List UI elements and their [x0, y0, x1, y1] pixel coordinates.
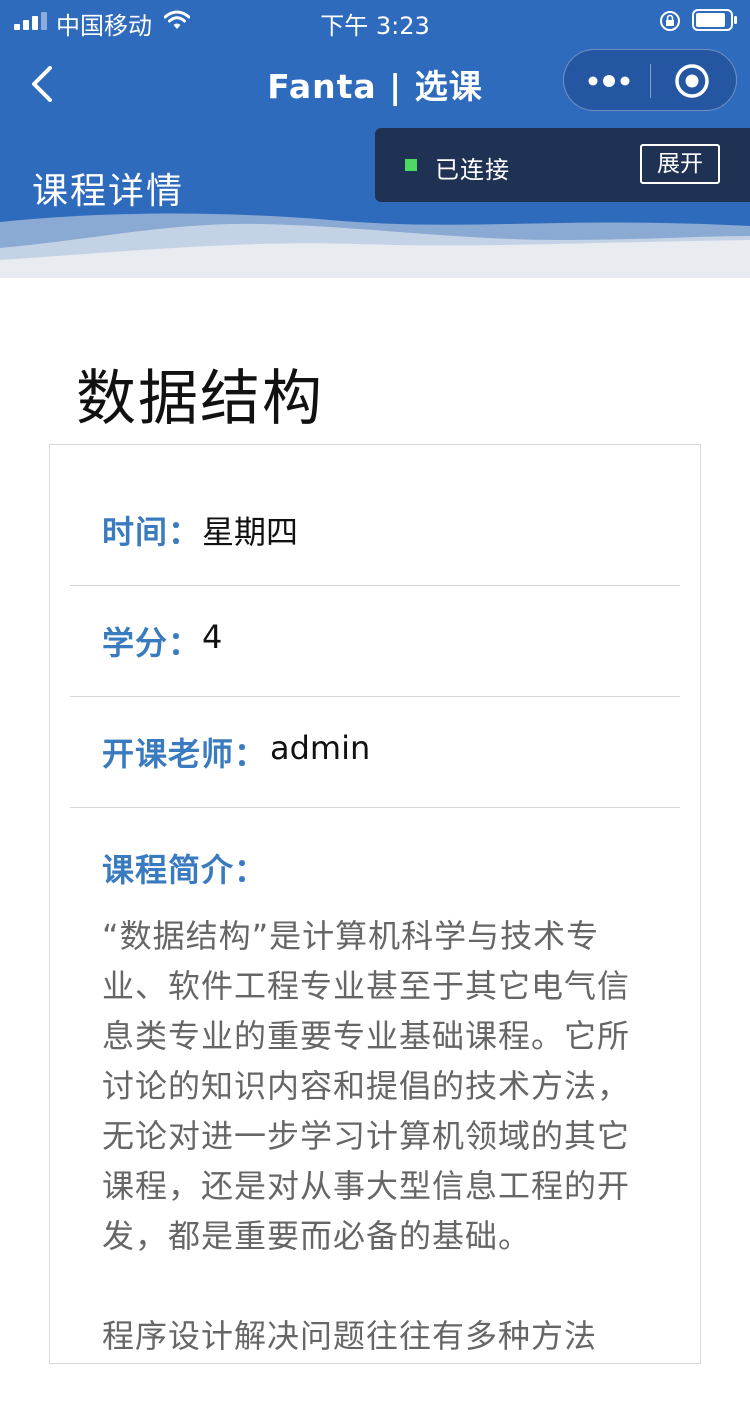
connected-status-icon	[405, 159, 417, 171]
time-label: 时间：	[102, 513, 202, 551]
close-target-icon[interactable]	[674, 63, 710, 99]
intro-text: “数据结构”是计算机科学与技术专业、软件工程专业甚至于其它电气信息类专业的重要专…	[102, 911, 662, 1411]
more-dots-icon[interactable]	[588, 70, 630, 92]
teacher-label: 开课老师：	[102, 735, 268, 773]
course-detail-card: 时间： 星期四 学分： 4 开课老师： admin 课程简介： “数据结构”是计…	[49, 444, 701, 1364]
connection-panel: 已连接 展开	[375, 128, 750, 202]
wave-decoration	[0, 213, 750, 278]
credit-value: 4	[202, 618, 223, 656]
intro-paragraph: 程序设计解决问题往往有多种方法	[102, 1317, 598, 1355]
intro-label: 课程简介：	[102, 851, 268, 889]
expand-button[interactable]: 展开	[640, 144, 720, 184]
credit-row: 学分： 4	[70, 586, 680, 697]
capsule-divider	[650, 64, 651, 98]
time-row: 时间： 星期四	[70, 475, 680, 586]
status-bar: 中国移动 下午 3:23	[0, 0, 750, 40]
intro-paragraph: “数据结构”是计算机科学与技术专业、软件工程专业甚至于其它电气信息类专业的重要专…	[102, 917, 631, 1255]
time-value: 星期四	[202, 513, 299, 551]
connection-status: 已连接	[435, 156, 510, 184]
teacher-value: admin	[270, 729, 371, 767]
teacher-row: 开课老师： admin	[70, 697, 680, 808]
credit-label: 学分：	[102, 624, 202, 662]
page-header: 中国移动 下午 3:23 Fanta | 选课 课程详情 已连接 展开	[0, 0, 750, 278]
nav-bar: Fanta | 选课	[0, 40, 750, 128]
battery-icon	[692, 9, 737, 31]
course-title: 数据结构	[76, 364, 324, 434]
mini-program-capsule	[563, 49, 737, 111]
status-time: 下午 3:23	[320, 12, 430, 40]
orientation-lock-icon	[660, 11, 680, 31]
